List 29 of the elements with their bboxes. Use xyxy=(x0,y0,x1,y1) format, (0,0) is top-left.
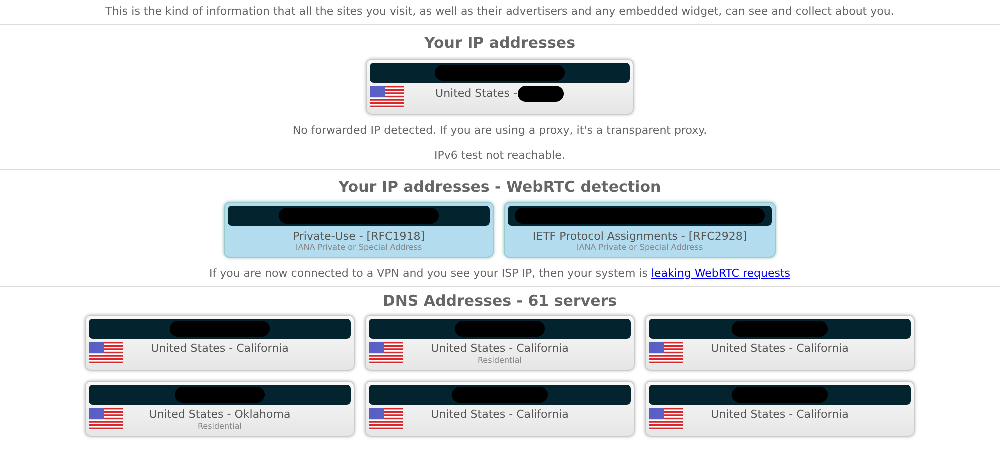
location-text: United States - California xyxy=(431,408,569,422)
section-heading: Your IP addresses - WebRTC detection xyxy=(338,177,662,197)
redaction-mark xyxy=(518,86,564,102)
flag-icon xyxy=(649,408,683,430)
section-heading: DNS Addresses - 61 servers xyxy=(382,291,618,311)
flag-icon xyxy=(369,408,403,430)
flag-icon xyxy=(370,86,404,108)
info-text: No forwarded IP detected. If you are using a proxy, it's a transparent proxy. xyxy=(292,124,708,138)
location-text: United States - California xyxy=(431,342,569,356)
location-text: United States - California xyxy=(711,342,849,356)
webrtc-leak-link[interactable]: leaking WebRTC requests xyxy=(651,267,791,280)
address-range-text: Private-Use - [RFC1918] xyxy=(292,230,426,243)
address-range-text: IETF Protocol Assignments - [RFC2928] xyxy=(532,230,748,243)
address-type-text: Residential xyxy=(198,422,242,432)
location-text: United States - California xyxy=(151,342,289,356)
location-text: United States - California xyxy=(711,408,849,422)
address-type-text: IANA Private or Special Address xyxy=(296,243,422,253)
flag-icon xyxy=(89,408,123,430)
info-text: If you are now connected to a VPN and you see your ISP IP, then your system is leaking WebRTC requests xyxy=(209,267,791,281)
section-heading: Your IP addresses xyxy=(424,33,576,53)
address-type-text: IANA Private or Special Address xyxy=(576,243,704,253)
location-text: United States - Oklahoma xyxy=(149,408,291,422)
flag-icon xyxy=(369,342,403,364)
flag-icon xyxy=(649,342,683,364)
flag-icon xyxy=(89,342,123,364)
info-text: IPv6 test not reachable. xyxy=(434,149,566,163)
address-type-text: Residential xyxy=(478,356,522,366)
intro-text: This is the kind of information that all the sites you visit, as well as their advertisers and any embedded widget, can see and collect about you. xyxy=(104,4,896,20)
location-text: United States - xyxy=(436,87,518,101)
